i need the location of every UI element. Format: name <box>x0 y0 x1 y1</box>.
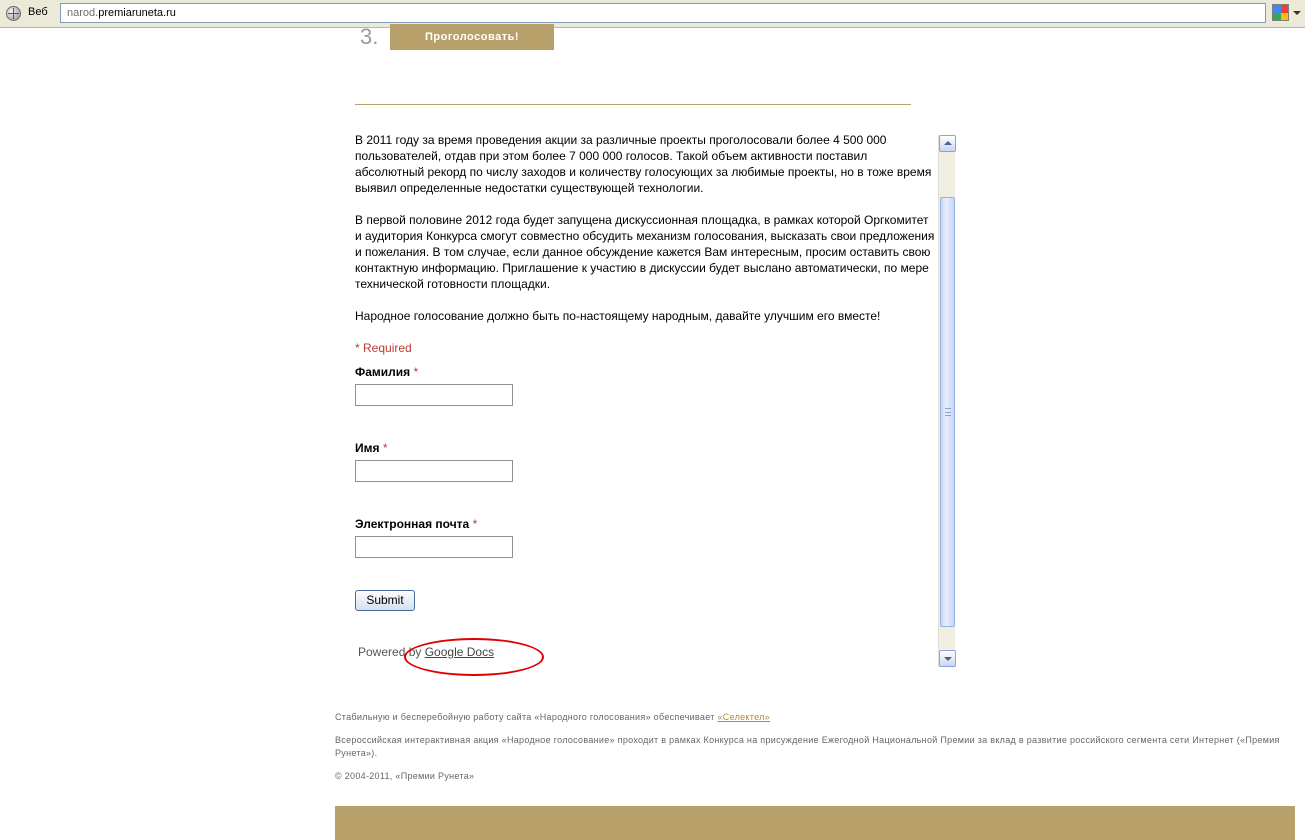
form-scrollbar[interactable] <box>938 135 956 667</box>
annotation-circle <box>404 638 544 676</box>
surname-field-group: Фамилия * <box>355 364 935 406</box>
address-prefix: narod. <box>67 7 99 19</box>
hosting-note: Стабильную и бесперебойную работу сайта … <box>335 712 770 722</box>
selectel-link[interactable]: «Селектел» <box>717 712 770 722</box>
intro-paragraph: Народное голосование должно быть по-наст… <box>355 309 881 323</box>
scroll-up-arrow-icon <box>944 141 952 145</box>
name-input[interactable] <box>355 460 513 482</box>
divider <box>355 104 911 105</box>
email-label: Электронная почта * <box>355 517 478 531</box>
page-footer: Стабильную и бесперебойную работу сайта … <box>335 711 1295 793</box>
required-star: * <box>382 441 388 455</box>
copyright: © 2004-2011, «Премии Рунета» <box>335 771 475 781</box>
name-field-group: Имя * <box>355 440 935 482</box>
footer-bar <box>335 806 1295 840</box>
intro-paragraph: В первой половине 2012 года будет запуще… <box>355 213 935 291</box>
step-number: 3. <box>360 24 379 49</box>
globe-icon <box>6 6 21 21</box>
address-field[interactable]: narod.premiaruneta.ru <box>60 3 1266 23</box>
embedded-form-frame: В 2011 году за время проведения акции за… <box>340 128 956 668</box>
required-star: * <box>472 517 478 531</box>
scroll-down-button[interactable] <box>939 650 956 667</box>
submit-button[interactable]: Submit <box>355 590 415 611</box>
email-field-group: Электронная почта * <box>355 516 935 558</box>
surname-input[interactable] <box>355 384 513 406</box>
required-note: * Required <box>355 341 412 355</box>
address-bar-strip: Веб narod.premiaruneta.ru <box>0 0 1305 28</box>
google-toolbar-icon <box>1272 4 1289 21</box>
email-field[interactable] <box>355 536 513 558</box>
chevron-down-icon <box>1293 11 1301 15</box>
vote-button[interactable]: Проголосовать! <box>390 24 554 50</box>
contest-note: Всероссийская интерактивная акция «Народ… <box>335 735 1280 758</box>
scroll-down-arrow-icon <box>944 657 952 661</box>
address-domain: premiaruneta.ru <box>98 7 176 19</box>
scroll-thumb[interactable] <box>940 197 955 627</box>
surname-label: Фамилия * <box>355 365 419 379</box>
web-label: Веб <box>28 6 48 18</box>
name-label: Имя * <box>355 441 388 455</box>
form-content: В 2011 году за время проведения акции за… <box>355 132 935 611</box>
intro-paragraph: В 2011 году за время проведения акции за… <box>355 133 932 195</box>
required-star: * <box>413 365 419 379</box>
scroll-up-button[interactable] <box>939 135 956 152</box>
google-toolbar-button[interactable] <box>1272 4 1302 23</box>
grip-icon <box>945 408 951 416</box>
